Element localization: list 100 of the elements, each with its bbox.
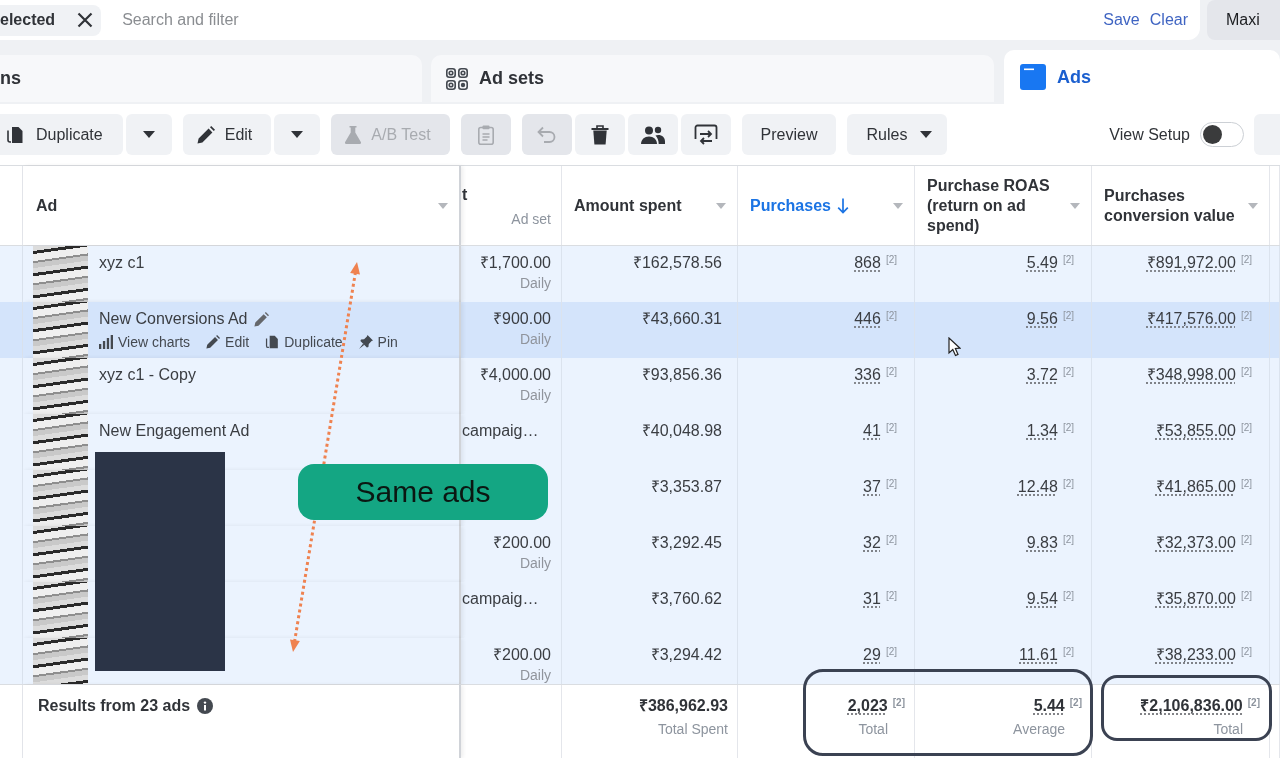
bar-chart-icon (99, 335, 113, 349)
photo-placeholder (33, 638, 88, 684)
caret-icon (1070, 202, 1080, 209)
chip-label: elected (0, 11, 56, 29)
table-row[interactable]: ₹200.00 Daily ₹3,292.45 32 [2] 9.83 [2] ₹32,373.00 [2] (0, 526, 1280, 582)
close-icon[interactable] (77, 12, 94, 28)
ad-name[interactable]: xyz c1 (99, 253, 145, 273)
flask-icon (345, 125, 362, 144)
footnote-mark: [2] (885, 534, 897, 546)
pencil-icon[interactable] (253, 311, 269, 327)
footnote-mark: [2] (1240, 590, 1252, 602)
budget-period: Daily (519, 387, 551, 403)
cell-value: 446 (854, 309, 881, 329)
row-action[interactable]: Pin (358, 333, 398, 351)
toolbar-button[interactable]: Edit (182, 114, 272, 155)
table-row[interactable]: New Conversions Ad View charts Edit Duplicate Pin ₹900.00 Daily ₹43,660.31 446 [2] 9.56 [2] ₹417,576.00 [2] (0, 302, 1280, 358)
footnote-mark: [2] (885, 254, 897, 266)
column-header[interactable]: Purchases (750, 195, 831, 216)
ad-name[interactable]: New Engagement Ad (99, 421, 250, 441)
photo-placeholder (33, 414, 88, 470)
cell-value: 9.54 (1026, 589, 1058, 609)
footnote-mark: [2] (1240, 310, 1252, 322)
cell-value: 1.34 (1026, 421, 1058, 441)
column-header[interactable]: Purchase ROAS (return on ad spend) (927, 175, 1058, 236)
photo-placeholder (33, 526, 88, 582)
cell-value: 31 (863, 589, 881, 609)
text-link[interactable]: Clear (1149, 11, 1188, 29)
cell-value: ₹53,855.00 (1155, 421, 1236, 441)
column-header[interactable]: t (462, 184, 468, 205)
photo-placeholder (33, 246, 88, 302)
option-button[interactable]: Maxi (1207, 0, 1280, 40)
column-header[interactable]: Ad (36, 195, 58, 216)
caret-icon (1248, 202, 1258, 209)
cell-value: ₹43,660.31 (641, 309, 722, 329)
trash-button[interactable] (574, 114, 625, 155)
level-tab[interactable]: Ads (1004, 50, 1280, 104)
total-caption: Total Spent (657, 720, 728, 738)
caret-icon (716, 202, 726, 209)
footnote-mark: [2] (1069, 697, 1082, 709)
cell-value: ₹417,576.00 (1146, 309, 1236, 329)
footnote-mark: [2] (1240, 422, 1252, 434)
caret-icon (438, 202, 448, 209)
duplicate-icon (6, 125, 24, 144)
grid-icon (446, 67, 468, 90)
row-action[interactable]: View charts (99, 333, 191, 351)
ad-set-name: campaig… (462, 589, 539, 609)
toolbar-button[interactable]: Duplicate (0, 114, 123, 155)
cell-value: 29 (863, 645, 881, 665)
toolbar-button[interactable]: Preview (741, 114, 837, 155)
total-caption: Average (1013, 720, 1065, 738)
search-field[interactable]: Search and filter (122, 5, 1104, 35)
cell-value: 37 (863, 477, 881, 497)
caret-icon (920, 131, 933, 138)
cell-value: 32 (863, 533, 881, 553)
total-value: 5.44 (1033, 696, 1065, 716)
cell-value: ₹3,294.42 (650, 645, 722, 665)
swap-button[interactable] (680, 114, 731, 155)
search-bar[interactable]: elected Search and filter Save Clear (0, 0, 1200, 40)
ad-name[interactable]: xyz c1 - Copy (99, 365, 196, 385)
footnote-mark: [2] (1240, 646, 1252, 658)
table-row[interactable]: ₹200.00 Daily ₹3,294.42 29 [2] 11.61 [2] ₹38,233.00 [2] (0, 638, 1280, 684)
caret-icon (142, 131, 155, 138)
cell-value: 336 (854, 365, 881, 385)
toggle-switch[interactable] (1200, 122, 1244, 147)
footnote-mark: [2] (1062, 534, 1074, 546)
cell-value: ₹32,373.00 (1155, 533, 1236, 553)
table-row[interactable]: New Engagement Ad campaig… ₹40,048.98 41 [2] 1.34 [2] ₹53,855.00 [2] (0, 414, 1280, 470)
info-icon[interactable] (197, 698, 214, 714)
text-link[interactable]: Save (1103, 11, 1140, 29)
cell-value: 9.83 (1026, 533, 1058, 553)
column-header[interactable]: Purchases conversion value (1104, 185, 1236, 226)
table-row[interactable]: campaig… ₹3,760.62 31 [2] 9.54 [2] ₹35,870.00 [2] (0, 582, 1280, 638)
dropdown-button[interactable] (125, 114, 172, 155)
cell-value: ₹38,233.00 (1155, 645, 1236, 665)
level-tab[interactable]: Ad sets (431, 55, 994, 102)
table-row[interactable]: xyz c1 - Copy ₹4,000.00 Daily ₹93,856.36 336 [2] 3.72 [2] ₹348,998.00 [2] (0, 358, 1280, 414)
cell-value: 868 (854, 253, 881, 273)
photo-placeholder (33, 582, 88, 638)
cursor-icon (948, 337, 961, 357)
footnote-mark: [2] (1062, 478, 1074, 490)
dropdown-button[interactable] (274, 114, 321, 155)
arrow-down-icon (836, 197, 849, 214)
callout-label: Same ads (298, 464, 548, 520)
row-action[interactable]: Edit (206, 333, 250, 351)
footnote-mark: [2] (1062, 366, 1074, 378)
budget-period: Daily (519, 275, 551, 291)
column-header[interactable]: Amount spent (574, 195, 682, 216)
cell-value: 12.48 (1017, 477, 1058, 497)
level-tab[interactable]: ns (0, 55, 422, 102)
menu-button[interactable]: Rules (847, 114, 948, 155)
row-action[interactable]: Duplicate (265, 333, 343, 351)
budget-period: Daily (519, 667, 551, 683)
table-row[interactable]: xyz c1 ₹1,700.00 Daily ₹162,578.56 868 [2] 5.49 [2] ₹891,972.00 [2] (0, 246, 1280, 302)
footnote-mark: [2] (885, 422, 897, 434)
ad-name[interactable]: New Conversions Ad (99, 309, 248, 329)
footnote-mark: [2] (1240, 534, 1252, 546)
cell-value: ₹93,856.36 (641, 365, 722, 385)
people-button[interactable] (627, 114, 678, 155)
budget-value: ₹900.00 (493, 309, 551, 329)
photo-placeholder (33, 302, 88, 358)
